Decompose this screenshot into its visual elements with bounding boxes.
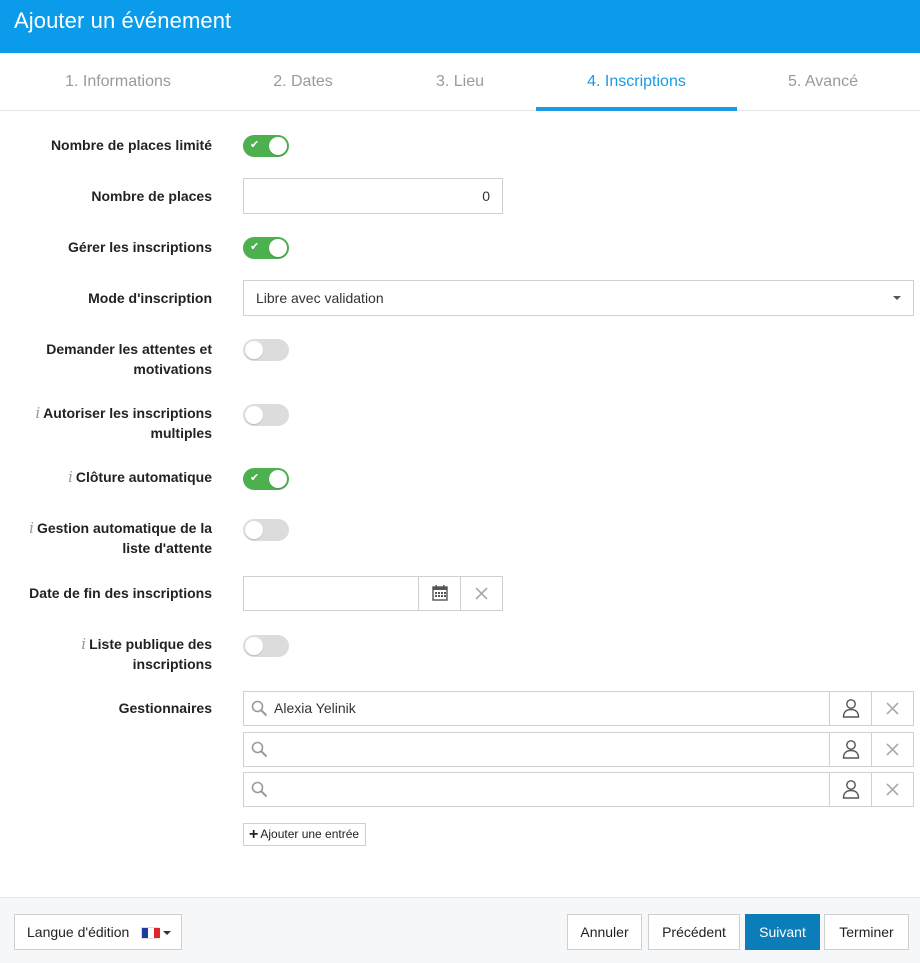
dialog-title: Ajouter un événement <box>14 8 232 33</box>
info-icon[interactable]: i <box>35 404 40 422</box>
auto-close-toggle[interactable]: ✔ <box>243 468 289 490</box>
info-icon[interactable]: i <box>68 468 73 486</box>
info-icon[interactable]: i <box>81 635 86 653</box>
manager-entry <box>243 772 914 807</box>
user-icon <box>842 740 860 759</box>
user-icon <box>842 699 860 718</box>
user-icon <box>842 780 860 799</box>
label-text: Clôture automatique <box>75 469 212 485</box>
calendar-icon <box>432 585 448 601</box>
check-icon: ✔ <box>250 138 260 151</box>
toggle-knob <box>269 470 287 488</box>
ask-expectations-toggle[interactable] <box>243 339 289 361</box>
wizard-tabs: 1. Informations 2. Dates 3. Lieu 4. Insc… <box>0 53 920 111</box>
allow-multiple-label: i Autoriser les inscriptions multiples <box>12 403 212 443</box>
toggle-knob <box>245 406 263 424</box>
dialog-footer: Langue d'édition Annuler Précédent Suiva… <box>0 897 920 963</box>
select-user-button[interactable] <box>829 733 871 766</box>
label-line: Demander les attentes et <box>46 341 212 357</box>
places-count-label: Nombre de places <box>91 188 212 204</box>
plus-icon: + <box>249 826 259 843</box>
remove-entry-button[interactable] <box>871 692 913 725</box>
manager-search-input[interactable] <box>244 773 830 806</box>
toggle-knob <box>245 341 263 359</box>
tab-lieu[interactable]: 3. Lieu <box>360 53 560 111</box>
limited-places-toggle[interactable]: ✔ <box>243 135 289 157</box>
add-entry-button[interactable]: + Ajouter une entrée <box>243 823 367 846</box>
next-button[interactable]: Suivant <box>745 914 820 950</box>
end-date-group <box>243 576 503 611</box>
language-button[interactable]: Langue d'édition <box>14 914 182 950</box>
auto-waitlist-label: i Gestion automatique de la liste d'atten… <box>12 518 212 558</box>
registration-mode-select[interactable]: Libre avec validation <box>243 280 914 316</box>
close-icon <box>475 587 488 600</box>
finish-button[interactable]: Terminer <box>824 914 909 950</box>
tab-informations[interactable]: 1. Informations <box>18 53 218 111</box>
tab-inscriptions[interactable]: 4. Inscriptions <box>536 53 737 111</box>
public-list-toggle[interactable] <box>243 635 289 657</box>
remove-entry-button[interactable] <box>871 773 913 806</box>
public-list-label: i Liste publique des inscriptions <box>12 634 212 674</box>
label-line: Liste publique des <box>89 636 212 652</box>
label-line: Autoriser les inscriptions <box>43 405 212 421</box>
france-flag-icon <box>141 927 160 939</box>
remove-entry-button[interactable] <box>871 733 913 766</box>
places-count-input[interactable]: 0 <box>243 178 503 214</box>
label-line: Gestion automatique de la <box>36 520 212 536</box>
registration-mode-value: Libre avec validation <box>256 290 384 306</box>
registration-mode-label: Mode d'inscription <box>88 290 212 306</box>
close-icon <box>886 783 899 796</box>
calendar-button[interactable] <box>418 577 460 610</box>
toggle-knob <box>269 137 287 155</box>
label-line: inscriptions <box>132 656 212 672</box>
clear-date-button[interactable] <box>460 577 502 610</box>
close-icon <box>886 702 899 715</box>
auto-waitlist-toggle[interactable] <box>243 519 289 541</box>
caret-down-icon <box>893 296 901 300</box>
label-line: motivations <box>133 361 212 377</box>
allow-multiple-toggle[interactable] <box>243 404 289 426</box>
language-label: Langue d'édition <box>27 924 130 940</box>
previous-button[interactable]: Précédent <box>648 914 740 950</box>
toggle-knob <box>269 239 287 257</box>
auto-close-label: i Clôture automatique <box>12 467 212 487</box>
limited-places-label: Nombre de places limité <box>50 137 212 153</box>
end-date-input[interactable] <box>244 577 419 610</box>
manager-search-input[interactable]: Alexia Yelinik <box>244 692 830 725</box>
manager-entry: Alexia Yelinik <box>243 691 914 726</box>
manage-registrations-label: Gérer les inscriptions <box>68 239 212 255</box>
tab-avance[interactable]: 5. Avancé <box>723 53 920 111</box>
close-icon <box>886 743 899 756</box>
check-icon: ✔ <box>250 471 260 484</box>
ask-expectations-label: Demander les attentes et motivations <box>12 339 212 379</box>
dialog-header: Ajouter un événement <box>0 0 920 53</box>
cancel-button[interactable]: Annuler <box>567 914 642 950</box>
info-icon[interactable]: i <box>29 519 34 537</box>
select-user-button[interactable] <box>829 773 871 806</box>
select-user-button[interactable] <box>829 692 871 725</box>
toggle-knob <box>245 637 263 655</box>
caret-down-icon <box>163 931 171 935</box>
add-entry-label: Ajouter une entrée <box>260 827 360 841</box>
manage-registrations-toggle[interactable]: ✔ <box>243 237 289 259</box>
manager-entry <box>243 732 914 767</box>
check-icon: ✔ <box>250 240 260 253</box>
end-date-label: Date de fin des inscriptions <box>29 585 212 601</box>
toggle-knob <box>245 521 263 539</box>
manager-search-input[interactable] <box>244 733 830 766</box>
managers-label: Gestionnaires <box>118 700 212 716</box>
label-line: multiples <box>150 425 212 441</box>
label-line: liste d'attente <box>122 540 212 556</box>
